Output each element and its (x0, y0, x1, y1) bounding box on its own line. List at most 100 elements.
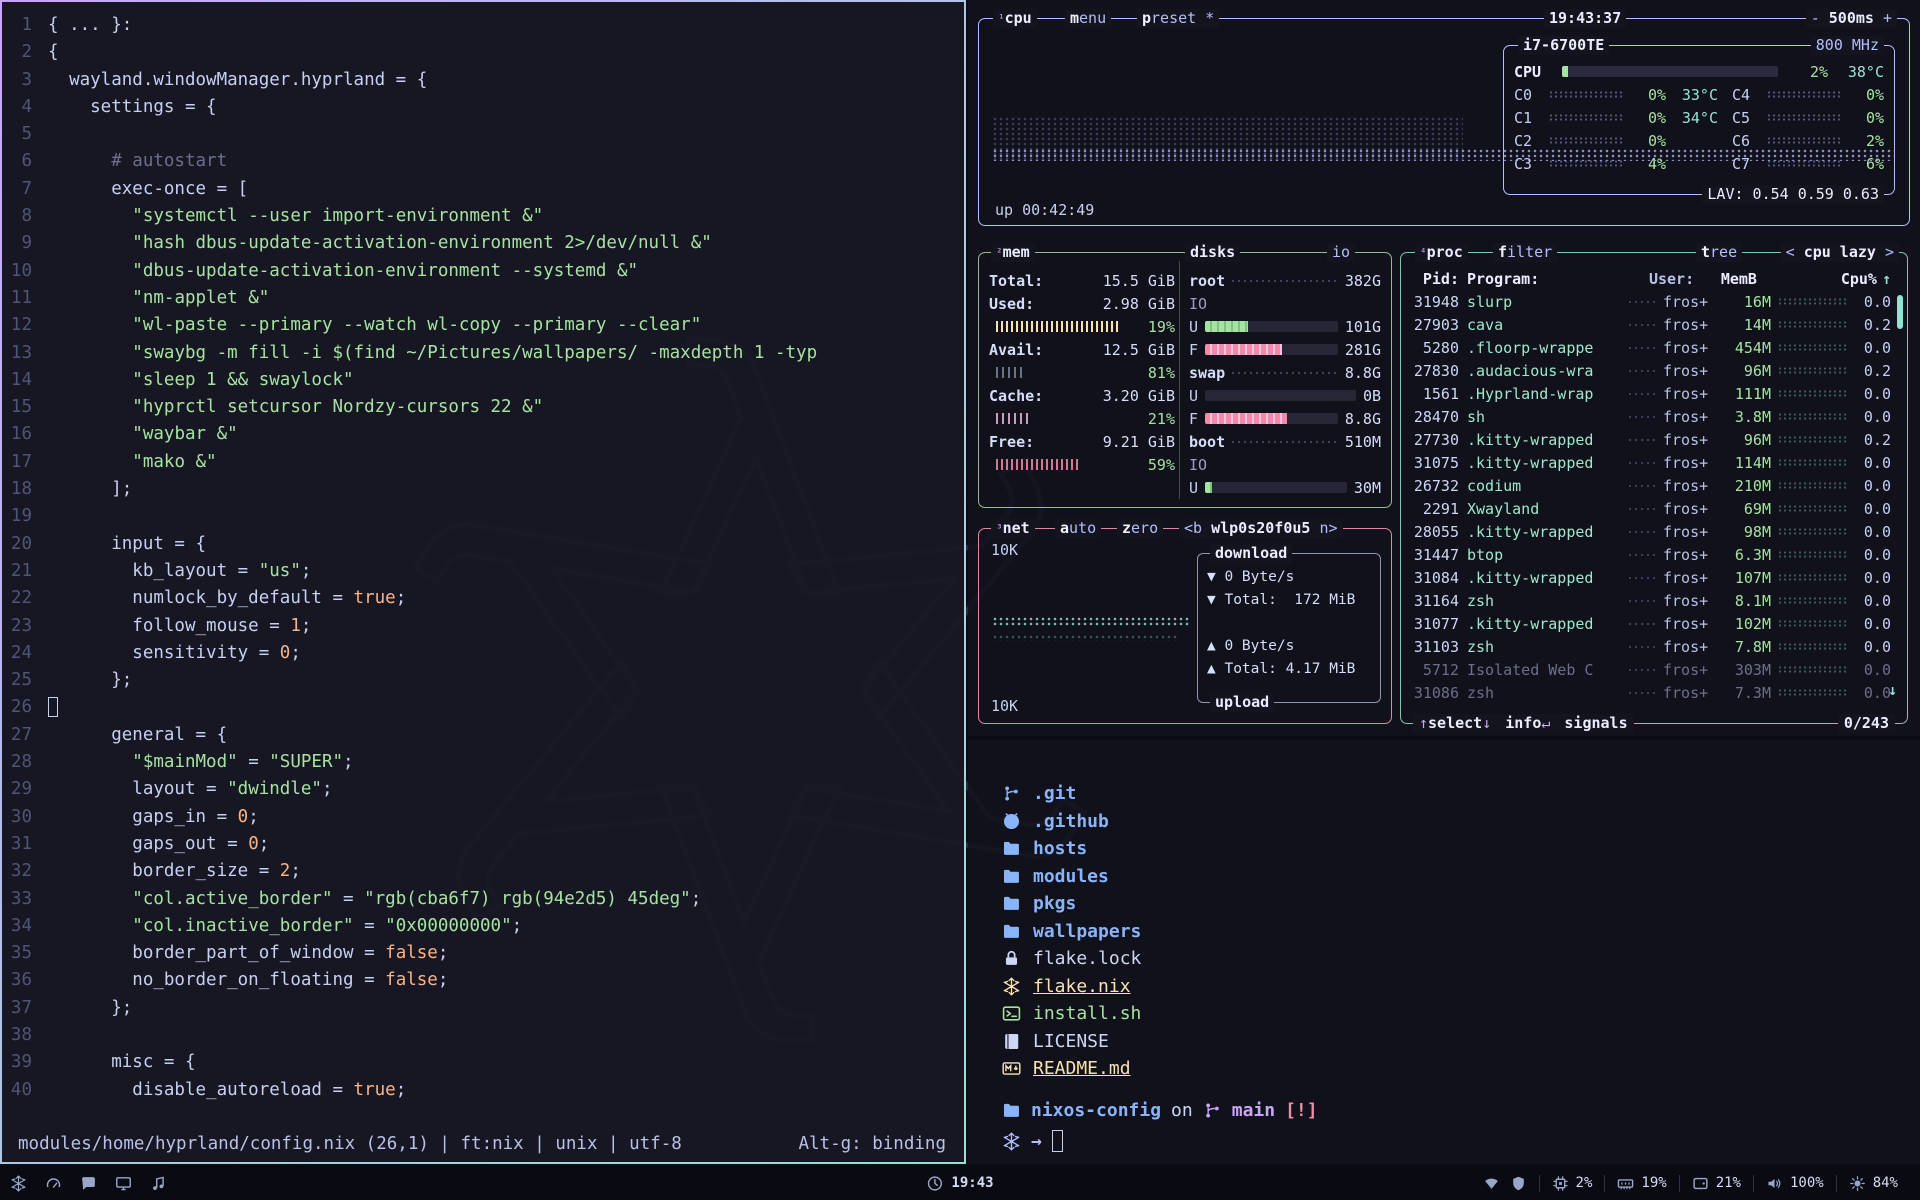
tray-icon[interactable] (1510, 1175, 1527, 1192)
process-row[interactable]: 27730 .kitty-wrapped fros+ 96M 0.2 (1401, 428, 1907, 451)
code-line: 21 kb_layout = "us"; (2, 558, 964, 585)
menu-button[interactable]: menu (1065, 9, 1111, 28)
net-interface-selector[interactable]: <b wlp0s20f0u5 n> (1179, 519, 1343, 538)
code-token: ; (512, 916, 523, 936)
process-name: .kitty-wrapped (1467, 523, 1625, 541)
process-row[interactable]: 2291 Xwayland fros+ 69M 0.0 (1401, 497, 1907, 520)
editor-window[interactable]: 1 { ... }: 2 { 3 wayland.windowManager.h… (0, 0, 966, 1164)
file-icon (1002, 839, 1021, 858)
terminal-window[interactable]: .git .github hosts modules pkgs (968, 740, 1920, 1164)
process-pid: 2291 (1411, 500, 1467, 518)
core-percent: 4% (1630, 155, 1666, 173)
process-row[interactable]: 28470 sh fros+ 3.8M 0.0 (1401, 405, 1907, 428)
process-row[interactable]: 31164 zsh fros+ 8.1M 0.0 (1401, 589, 1907, 612)
launcher-icon[interactable] (150, 1175, 167, 1192)
preset-button[interactable]: preset * (1137, 9, 1219, 28)
line-number: 25 (2, 667, 48, 694)
code-token: ]; (48, 479, 132, 499)
tree-button[interactable]: tree (1696, 243, 1742, 262)
process-cpu-graph (1779, 643, 1849, 650)
process-row[interactable]: 28055 .kitty-wrapped fros+ 98M 0.0 (1401, 520, 1907, 543)
header-mem[interactable]: MemB (1707, 270, 1761, 288)
footer-key: ↑ (1419, 714, 1428, 732)
process-cpu-graph (1779, 505, 1849, 512)
launcher-icon[interactable] (115, 1175, 132, 1192)
line-number: 36 (2, 967, 48, 994)
code-token: = (238, 752, 270, 772)
poll-decrease[interactable]: - (1811, 9, 1829, 27)
code-line: 38 (2, 1022, 964, 1049)
process-row[interactable]: 5712 Isolated Web C fros+ 303M 0.0 (1401, 658, 1907, 681)
code-text: input = { (48, 531, 206, 558)
process-footer-action[interactable]: signals (1564, 714, 1627, 733)
process-row[interactable]: 27903 cava fros+ 14M 0.2 (1401, 313, 1907, 336)
process-row[interactable]: 31075 .kitty-wrapped fros+ 114M 0.0 (1401, 451, 1907, 474)
code-line: 26 (2, 694, 964, 721)
header-pid[interactable]: Pid: (1411, 270, 1467, 288)
code-token (48, 343, 132, 363)
tab-net[interactable]: ³net (991, 519, 1035, 538)
process-row[interactable]: 26732 codium fros+ 210M 0.0 (1401, 474, 1907, 497)
scroll-down-indicator[interactable]: ↓ (1888, 681, 1897, 699)
tab-cpu[interactable]: ¹cpu (993, 9, 1037, 28)
filter-button[interactable]: filter (1493, 243, 1557, 262)
code-line: 36 no_border_on_floating = false; (2, 967, 964, 994)
process-scrollbar[interactable] (1897, 295, 1903, 329)
footer-label: info (1505, 714, 1541, 732)
process-name: sh (1467, 408, 1625, 426)
code-area[interactable]: 1 { ... }: 2 { 3 wayland.windowManager.h… (2, 12, 964, 1104)
process-footer-action[interactable]: ↑select↓ (1419, 714, 1491, 733)
sort-selector[interactable]: < cpu lazy > (1781, 243, 1899, 262)
process-header: Pid: Program: User: MemB Cpu% ↑ (1401, 267, 1907, 290)
process-cpu-percent: 0.0 (1853, 615, 1891, 633)
bar-module[interactable]: 100% (1753, 1175, 1836, 1192)
module-icon (1849, 1175, 1866, 1192)
tab-io[interactable]: io (1327, 243, 1355, 262)
process-row[interactable]: 5280 .floorp-wrappe fros+ 454M 0.0 (1401, 336, 1907, 359)
launcher-icon[interactable] (10, 1175, 27, 1192)
process-row[interactable]: 1561 .Hyprland-wrap fros+ 111M 0.0 (1401, 382, 1907, 405)
file-row: hosts (1002, 835, 1141, 863)
process-row[interactable]: 31086 zsh fros+ 7.3M 0.0 (1401, 681, 1907, 704)
bar-module[interactable]: 21% (1679, 1175, 1753, 1192)
launcher-icon[interactable] (45, 1175, 62, 1192)
bar-module[interactable]: 2% (1539, 1175, 1605, 1192)
shell-input-line[interactable]: → (1002, 1130, 1063, 1152)
process-row[interactable]: 31447 btop fros+ 6.3M 0.0 (1401, 543, 1907, 566)
clock-module[interactable]: 19:43 (926, 1175, 993, 1192)
code-text: "systemctl --user import-environment &" (48, 203, 543, 230)
header-cpu[interactable]: Cpu% (1839, 270, 1877, 288)
btop-clock: 19:43:37 (1544, 9, 1626, 28)
process-row[interactable]: 31077 .kitty-wrapped fros+ 102M 0.0 (1401, 612, 1907, 635)
sort-prev[interactable]: < (1786, 243, 1804, 261)
launcher-icon[interactable] (80, 1175, 97, 1192)
process-row[interactable]: 31103 zsh fros+ 7.8M 0.0 (1401, 635, 1907, 658)
tab-mem[interactable]: ²mem (991, 243, 1035, 262)
code-text: numlock_by_default = true; (48, 585, 406, 612)
bar-module[interactable]: 84% (1836, 1175, 1910, 1192)
process-row[interactable]: 31948 slurp fros+ 16M 0.0 (1401, 290, 1907, 313)
net-auto-button[interactable]: auto (1055, 519, 1101, 538)
code-token: follow_mouse = (48, 616, 290, 636)
tab-disks[interactable]: disks (1185, 243, 1240, 262)
bar-module[interactable]: 19% (1604, 1175, 1678, 1192)
header-user[interactable]: User: (1649, 270, 1707, 288)
process-row[interactable]: 31084 .kitty-wrapped fros+ 107M 0.0 (1401, 566, 1907, 589)
poll-interval-control[interactable]: - 500ms + (1806, 9, 1897, 28)
code-line: 4 settings = { (2, 94, 964, 121)
tray-icon[interactable] (1483, 1175, 1500, 1192)
sort-next[interactable]: > (1876, 243, 1894, 261)
process-cpu-percent: 0.0 (1853, 454, 1891, 472)
tab-proc[interactable]: ⁴proc (1415, 243, 1468, 262)
net-zero-button[interactable]: zero (1117, 519, 1163, 538)
btop-window[interactable]: ¹cpu menu preset * 19:43:37 - 500ms + i7… (968, 0, 1920, 736)
process-row[interactable]: 27830 .audacious-wra fros+ 96M 0.2 (1401, 359, 1907, 382)
process-footer-action[interactable]: info↵ (1505, 714, 1550, 733)
folder-icon (1002, 1101, 1021, 1120)
poll-increase[interactable]: + (1874, 9, 1892, 27)
download-label: download (1210, 544, 1292, 563)
header-program[interactable]: Program: (1467, 270, 1625, 288)
code-token: ; (290, 643, 301, 663)
stat-graph (996, 459, 1141, 470)
leader (1629, 599, 1659, 603)
